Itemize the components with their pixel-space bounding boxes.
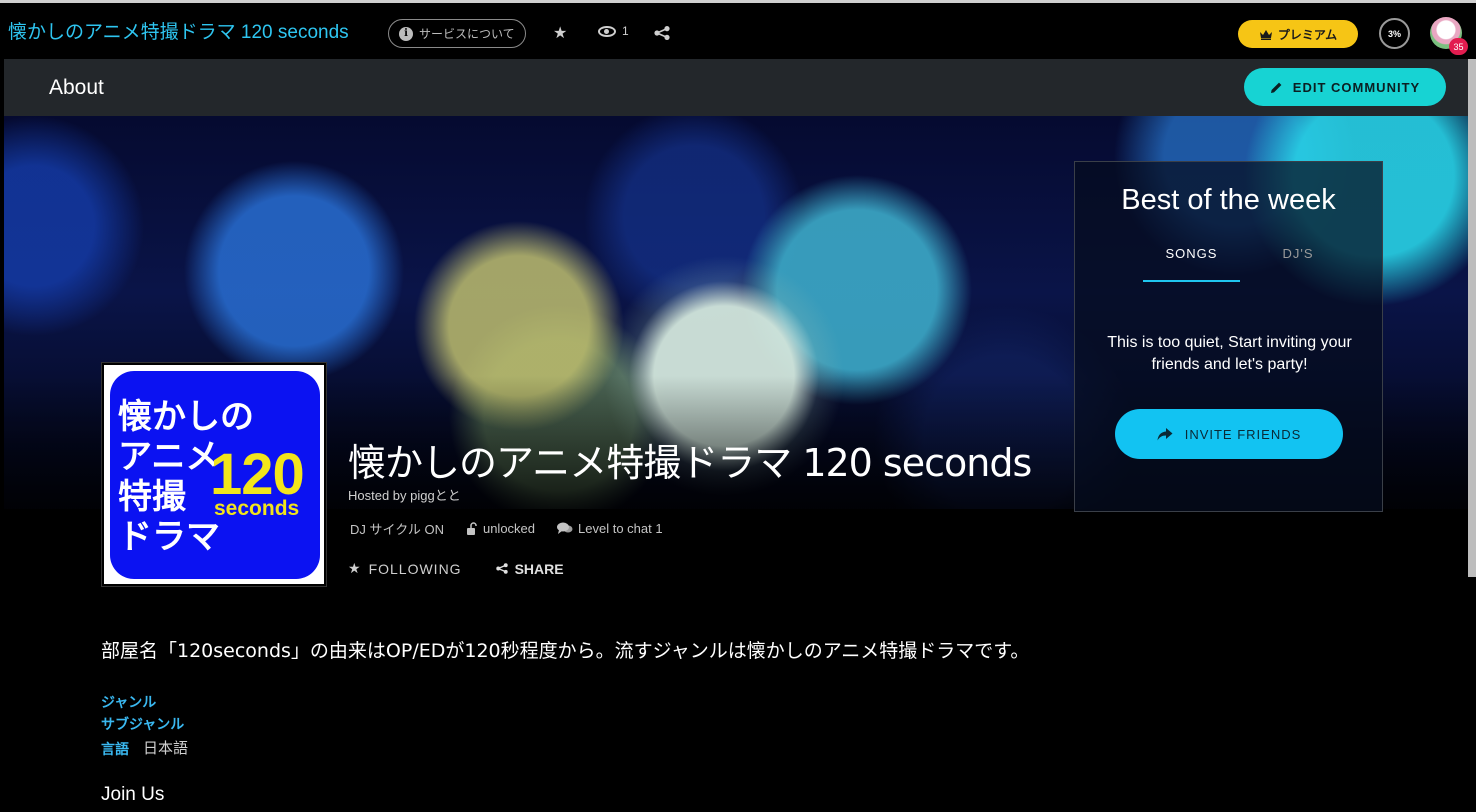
subgenre-label[interactable]: サブジャンル <box>101 714 184 734</box>
share-icon[interactable] <box>654 26 670 40</box>
about-service-button[interactable]: i サービスについて <box>388 19 526 48</box>
tab-songs[interactable]: SONGS <box>1143 246 1240 282</box>
share-icon <box>495 563 508 574</box>
tab-djs[interactable]: DJ'S <box>1263 246 1333 261</box>
chat-level: Level to chat 1 <box>557 521 663 536</box>
dj-cycle-label: DJ サイクル ON <box>350 522 444 537</box>
cover-line-1: 懐かしの <box>118 397 254 437</box>
premium-button[interactable]: プレミアム <box>1238 20 1358 48</box>
eye-icon <box>598 25 616 37</box>
follow-button[interactable]: ★ FOLLOWING <box>348 560 462 577</box>
star-icon[interactable]: ★ <box>553 23 567 43</box>
star-icon: ★ <box>348 560 362 576</box>
room-cover-image: 懐かしの アニメ 特撮 ドラマ 120 seconds <box>101 362 327 587</box>
invite-friends-button[interactable]: INVITE FRIENDS <box>1115 409 1343 459</box>
page-title: About <box>49 76 104 99</box>
cover-line-4: ドラマ <box>118 517 220 557</box>
top-bar: 懐かしのアニメ特撮ドラマ 120 seconds i サービスについて ★ 1 … <box>0 0 1476 59</box>
hosted-by[interactable]: Hosted by piggとと <box>348 485 461 504</box>
room-meta: DJ サイクル ON unlocked Level to chat 1 <box>350 519 663 538</box>
info-icon: i <box>399 26 413 41</box>
cover-unit: seconds <box>214 497 300 520</box>
notification-badge: 35 <box>1449 38 1468 55</box>
chat-level-label: Level to chat 1 <box>578 521 663 536</box>
edit-community-button[interactable]: EDIT COMMUNITY <box>1244 68 1446 106</box>
best-of-week-panel: Best of the week SONGS DJ'S This is too … <box>1074 161 1383 512</box>
follow-label: FOLLOWING <box>368 560 462 577</box>
best-of-week-title: Best of the week <box>1121 184 1336 216</box>
scrollbar[interactable] <box>1468 59 1476 577</box>
share-button[interactable]: SHARE <box>495 560 564 577</box>
dj-cycle-status: DJ サイクル ON <box>350 519 444 538</box>
lock-status: unlocked <box>466 521 535 536</box>
section-header: About EDIT COMMUNITY <box>4 59 1468 116</box>
room-title: 懐かしのアニメ特撮ドラマ 120 seconds <box>348 441 1032 485</box>
language-label[interactable]: 言語 <box>101 739 129 759</box>
lock-status-label: unlocked <box>482 521 536 536</box>
edit-community-label: EDIT COMMUNITY <box>1292 79 1421 95</box>
share-arrow-icon <box>1157 427 1173 441</box>
about-service-label: サービスについて <box>419 27 515 41</box>
pencil-icon <box>1270 81 1283 94</box>
cover-art: 懐かしの アニメ 特撮 ドラマ 120 seconds <box>110 371 320 579</box>
share-label: SHARE <box>514 560 564 577</box>
room-actions: ★ FOLLOWING SHARE <box>348 560 564 577</box>
invite-friends-label: INVITE FRIENDS <box>1184 426 1302 442</box>
genre-label[interactable]: ジャンル <box>101 692 156 712</box>
chat-icon <box>557 522 573 535</box>
premium-label: プレミアム <box>1277 27 1338 42</box>
language-value: 日本語 <box>143 739 189 757</box>
unlock-icon <box>466 522 478 535</box>
progress-indicator[interactable]: 3% <box>1379 18 1410 49</box>
crown-icon <box>1259 29 1273 40</box>
view-counter: 1 <box>598 24 629 38</box>
join-heading: Join Us <box>101 784 165 805</box>
app-title[interactable]: 懐かしのアニメ特撮ドラマ 120 seconds <box>8 17 349 44</box>
empty-message: This is too quiet, Start inviting your f… <box>1107 334 1352 373</box>
view-count: 1 <box>622 24 629 38</box>
room-description: 部屋名「120seconds」の由来はOP/EDが120秒程度から。流すジャンル… <box>101 640 1030 662</box>
